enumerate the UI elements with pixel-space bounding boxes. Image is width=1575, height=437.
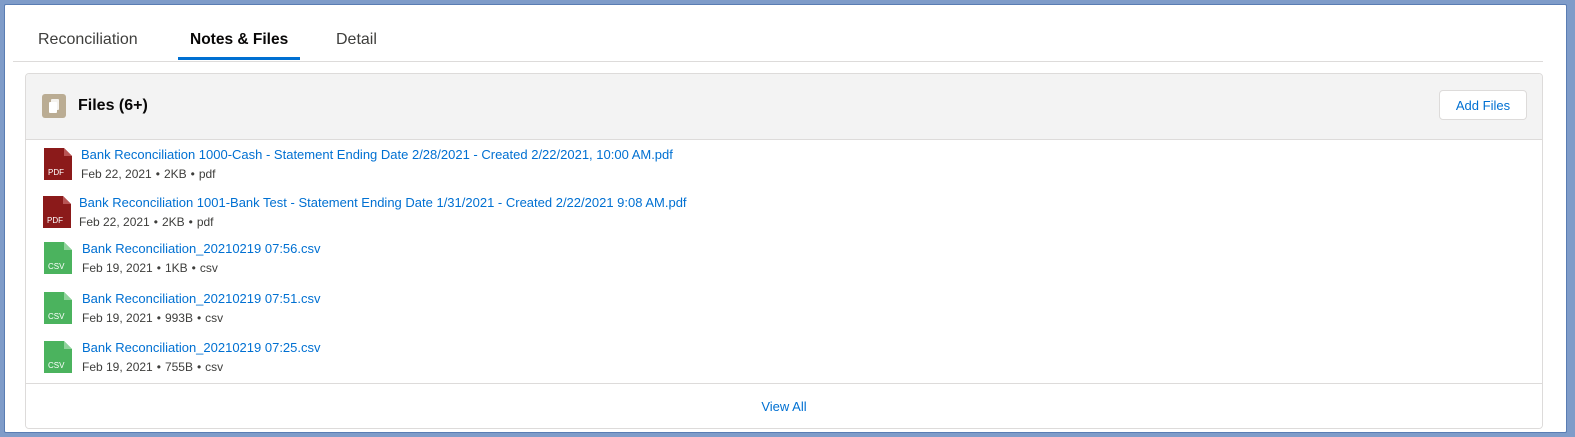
view-all-link[interactable]: View All — [26, 399, 1542, 414]
file-size: 993B — [164, 311, 193, 325]
file-date: Feb 22, 2021 — [79, 215, 150, 229]
file-date: Feb 19, 2021 — [82, 311, 153, 325]
file-date: Feb 22, 2021 — [81, 167, 152, 181]
file-meta: Feb 22, 2021 • 2KB • pdf — [81, 167, 216, 181]
file-list-item: CSV Bank Reconciliation_20210219 07:51.c… — [26, 284, 1542, 328]
tab-notes-and-files[interactable]: Notes & Files — [190, 31, 288, 49]
files-card: Files (6+) Add Files PDF Bank Reconcilia… — [25, 73, 1543, 429]
file-list-item: PDF Bank Reconciliation 1000-Cash - Stat… — [26, 140, 1542, 184]
file-name-link[interactable]: Bank Reconciliation_20210219 07:51.csv — [82, 291, 321, 306]
file-date: Feb 19, 2021 — [82, 360, 153, 374]
file-extension: csv — [199, 261, 218, 275]
file-list-item: CSV Bank Reconciliation_20210219 07:56.c… — [26, 234, 1542, 278]
file-extension: pdf — [198, 167, 216, 181]
files-icon — [42, 94, 66, 118]
file-extension: pdf — [196, 215, 214, 229]
files-card-footer: View All — [26, 383, 1542, 428]
file-list-item: PDF Bank Reconciliation 1001-Bank Test -… — [26, 188, 1542, 232]
file-extension: csv — [205, 360, 224, 374]
file-type-label: PDF — [48, 168, 64, 177]
file-meta: Feb 22, 2021 • 2KB • pdf — [79, 215, 214, 229]
file-size: 2KB — [163, 167, 187, 181]
file-name-link[interactable]: Bank Reconciliation 1000-Cash - Statemen… — [81, 147, 673, 162]
file-meta: Feb 19, 2021 • 1KB • csv — [82, 261, 218, 275]
file-type-label: PDF — [47, 216, 63, 225]
active-tab-indicator — [178, 57, 300, 60]
add-files-button[interactable]: Add Files — [1439, 90, 1527, 120]
csv-file-icon: CSV — [44, 242, 72, 274]
file-name-link[interactable]: Bank Reconciliation_20210219 07:56.csv — [82, 241, 321, 256]
tab-reconciliation[interactable]: Reconciliation — [38, 31, 138, 49]
files-card-header: Files (6+) Add Files — [26, 74, 1542, 140]
file-type-label: CSV — [48, 262, 65, 271]
pdf-file-icon: PDF — [43, 196, 71, 228]
file-meta: Feb 19, 2021 • 993B • csv — [82, 311, 224, 325]
window-frame: Reconciliation Notes & Files Detail File… — [4, 4, 1567, 433]
csv-file-icon: CSV — [44, 341, 72, 373]
file-type-label: CSV — [48, 361, 65, 370]
pdf-file-icon: PDF — [44, 148, 72, 180]
file-extension: csv — [205, 311, 224, 325]
file-size: 755B — [164, 360, 193, 374]
files-card-title: Files (6+) — [78, 97, 148, 114]
file-meta: Feb 19, 2021 • 755B • csv — [82, 360, 224, 374]
file-date: Feb 19, 2021 — [82, 261, 153, 275]
file-name-link[interactable]: Bank Reconciliation_20210219 07:25.csv — [82, 340, 321, 355]
file-list-item: CSV Bank Reconciliation_20210219 07:25.c… — [26, 333, 1542, 377]
tab-detail[interactable]: Detail — [336, 31, 377, 49]
file-type-label: CSV — [48, 312, 65, 321]
tab-bar: Reconciliation Notes & Files Detail — [13, 5, 1543, 62]
file-size: 2KB — [161, 215, 185, 229]
file-name-link[interactable]: Bank Reconciliation 1001-Bank Test - Sta… — [79, 195, 687, 210]
file-size: 1KB — [164, 261, 188, 275]
csv-file-icon: CSV — [44, 292, 72, 324]
